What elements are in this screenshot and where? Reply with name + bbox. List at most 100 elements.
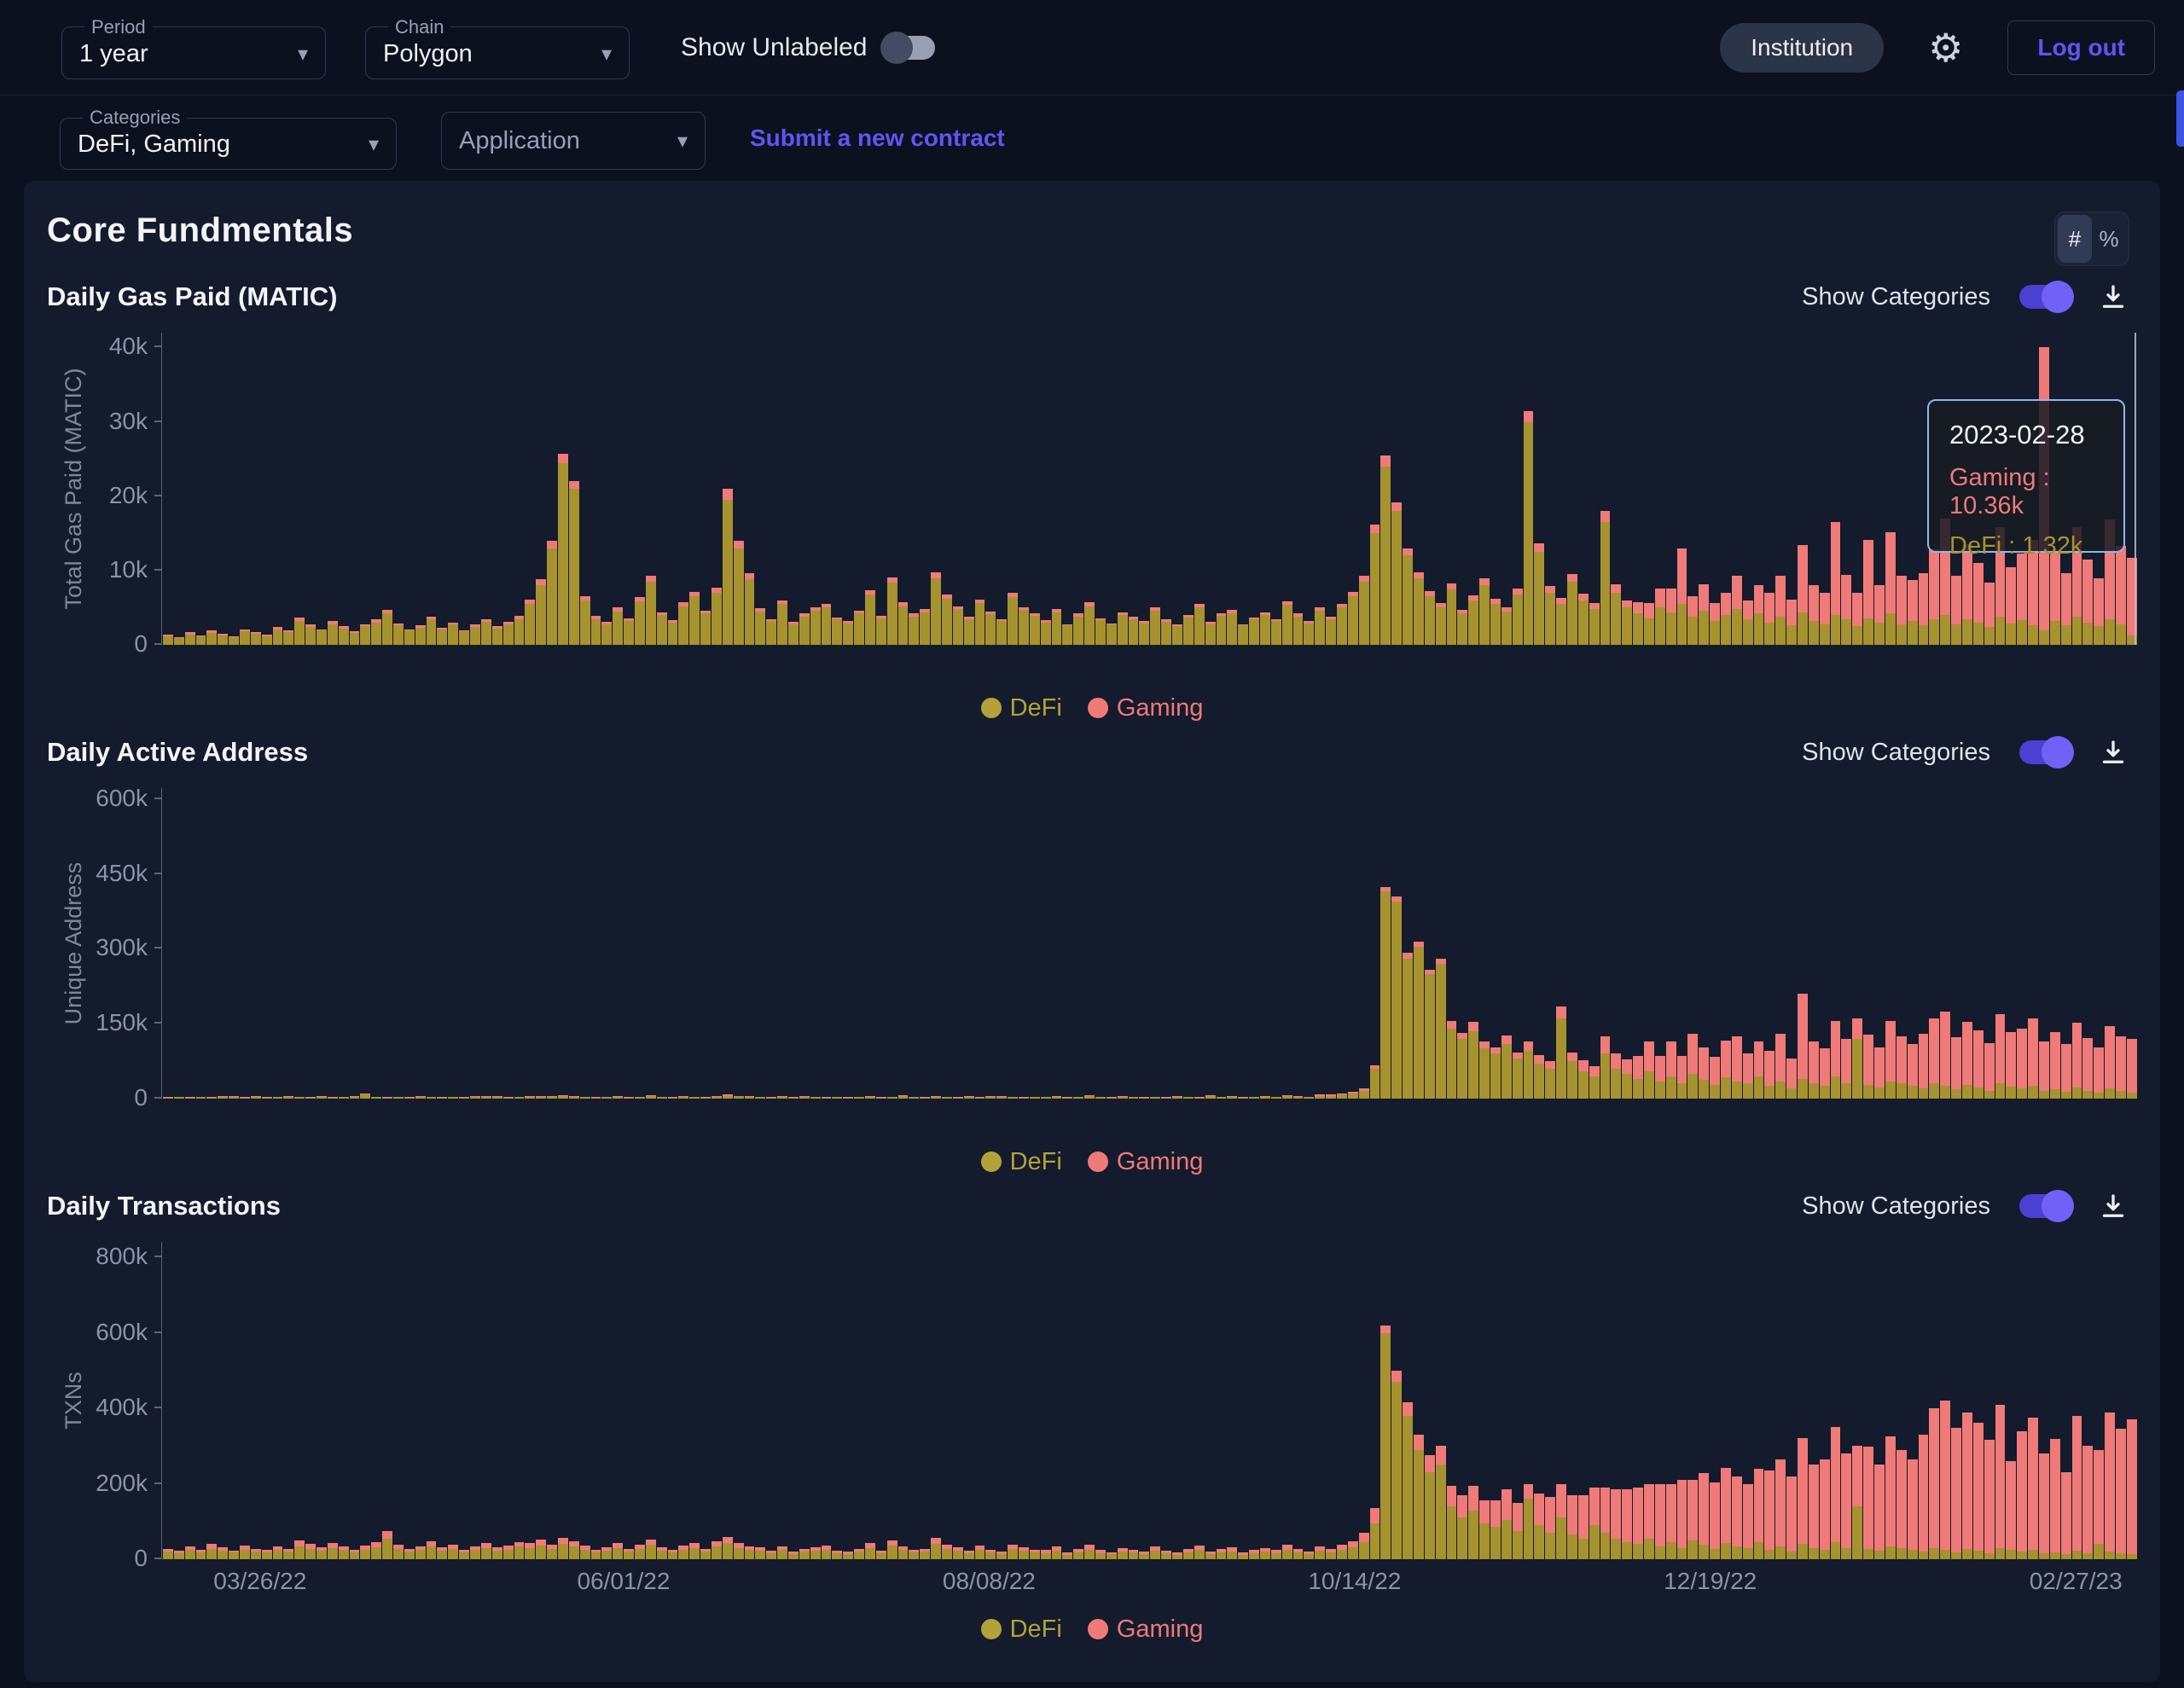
bar[interactable] (1139, 1242, 1149, 1559)
bar[interactable] (1622, 1242, 1632, 1559)
bar[interactable] (985, 788, 996, 1099)
bar[interactable] (1227, 333, 1237, 645)
bar[interactable] (536, 333, 546, 645)
bar[interactable] (283, 788, 293, 1099)
bar[interactable] (2028, 788, 2038, 1099)
bar[interactable] (1062, 788, 1072, 1099)
bar[interactable] (777, 788, 787, 1099)
bar[interactable] (1721, 1242, 1731, 1559)
bar[interactable] (427, 333, 437, 645)
bar[interactable] (1457, 333, 1467, 645)
bar[interactable] (371, 333, 381, 645)
bar[interactable] (1380, 1242, 1391, 1559)
bar[interactable] (591, 1242, 601, 1559)
bar[interactable] (2127, 1242, 2137, 1559)
bar[interactable] (1348, 1242, 1358, 1559)
bar[interactable] (2116, 788, 2126, 1099)
bar[interactable] (317, 1242, 327, 1559)
bar[interactable] (1534, 1242, 1544, 1559)
bar[interactable] (360, 1242, 370, 1559)
bar[interactable] (1513, 788, 1523, 1099)
bar[interactable] (393, 788, 404, 1099)
bar[interactable] (1194, 788, 1205, 1099)
bar[interactable] (1633, 788, 1643, 1099)
bar[interactable] (1238, 1242, 1248, 1559)
bar[interactable] (964, 788, 974, 1099)
bar[interactable] (185, 333, 195, 645)
bar[interactable] (2050, 788, 2060, 1099)
bar[interactable] (1710, 333, 1720, 645)
bar[interactable] (1052, 333, 1062, 645)
bar[interactable] (251, 1242, 261, 1559)
bar[interactable] (1425, 788, 1435, 1099)
bar[interactable] (1874, 788, 1885, 1099)
logout-button[interactable]: Log out (2007, 20, 2155, 75)
bar[interactable] (1973, 1242, 1984, 1559)
bar[interactable] (1699, 788, 1709, 1099)
download-icon[interactable] (2098, 281, 2129, 312)
bar[interactable] (305, 788, 316, 1099)
bar[interactable] (1545, 788, 1555, 1099)
bar[interactable] (2072, 1242, 2082, 1559)
bar[interactable] (470, 788, 480, 1099)
bar[interactable] (942, 788, 952, 1099)
bar[interactable] (832, 788, 842, 1099)
bar[interactable] (1984, 1242, 1995, 1559)
bar[interactable] (755, 788, 765, 1099)
bar[interactable] (1391, 1242, 1402, 1559)
bar[interactable] (558, 788, 568, 1099)
bar[interactable] (1315, 1242, 1325, 1559)
bar[interactable] (734, 333, 744, 645)
bar[interactable] (404, 788, 415, 1099)
bar[interactable] (1414, 788, 1424, 1099)
bar[interactable] (481, 788, 491, 1099)
bar[interactable] (1831, 788, 1841, 1099)
bar[interactable] (898, 1242, 909, 1559)
bar[interactable] (514, 788, 525, 1099)
bar[interactable] (1238, 333, 1248, 645)
bar[interactable] (1282, 788, 1292, 1099)
bar[interactable] (1600, 1242, 1611, 1559)
bar[interactable] (920, 788, 930, 1099)
bar[interactable] (788, 788, 799, 1099)
bar[interactable] (985, 333, 996, 645)
unit-percent-button[interactable]: % (2092, 215, 2126, 263)
bar[interactable] (876, 333, 886, 645)
bar[interactable] (382, 333, 392, 645)
bar[interactable] (1425, 333, 1435, 645)
bar[interactable] (1041, 333, 1051, 645)
bar[interactable] (1852, 333, 1862, 645)
bar[interactable] (887, 1242, 897, 1559)
legend-item-defi[interactable]: DeFi (981, 1615, 1062, 1644)
bar[interactable] (975, 788, 985, 1099)
bar[interactable] (1468, 788, 1478, 1099)
bar[interactable] (1479, 788, 1490, 1099)
bar[interactable] (1293, 788, 1304, 1099)
bar[interactable] (613, 788, 623, 1099)
bar[interactable] (1118, 1242, 1128, 1559)
bar[interactable] (1863, 788, 1873, 1099)
bar[interactable] (777, 1242, 787, 1559)
bar[interactable] (1249, 333, 1259, 645)
bar[interactable] (492, 333, 502, 645)
bar[interactable] (1687, 333, 1698, 645)
bar[interactable] (996, 333, 1007, 645)
bar[interactable] (163, 788, 173, 1099)
bar[interactable] (975, 333, 985, 645)
bar[interactable] (1414, 1242, 1424, 1559)
bar[interactable] (1107, 788, 1117, 1099)
bar[interactable] (1326, 788, 1336, 1099)
bar[interactable] (317, 788, 327, 1099)
bar[interactable] (2094, 788, 2104, 1099)
bar[interactable] (1490, 333, 1501, 645)
bar[interactable] (822, 1242, 832, 1559)
bar[interactable] (305, 333, 316, 645)
bar[interactable] (1172, 1242, 1182, 1559)
bar[interactable] (1732, 1242, 1742, 1559)
bar[interactable] (174, 333, 184, 645)
bar[interactable] (1337, 333, 1347, 645)
bar[interactable] (1084, 333, 1095, 645)
bar[interactable] (1118, 333, 1128, 645)
bar[interactable] (2061, 788, 2071, 1099)
bar[interactable] (328, 788, 338, 1099)
